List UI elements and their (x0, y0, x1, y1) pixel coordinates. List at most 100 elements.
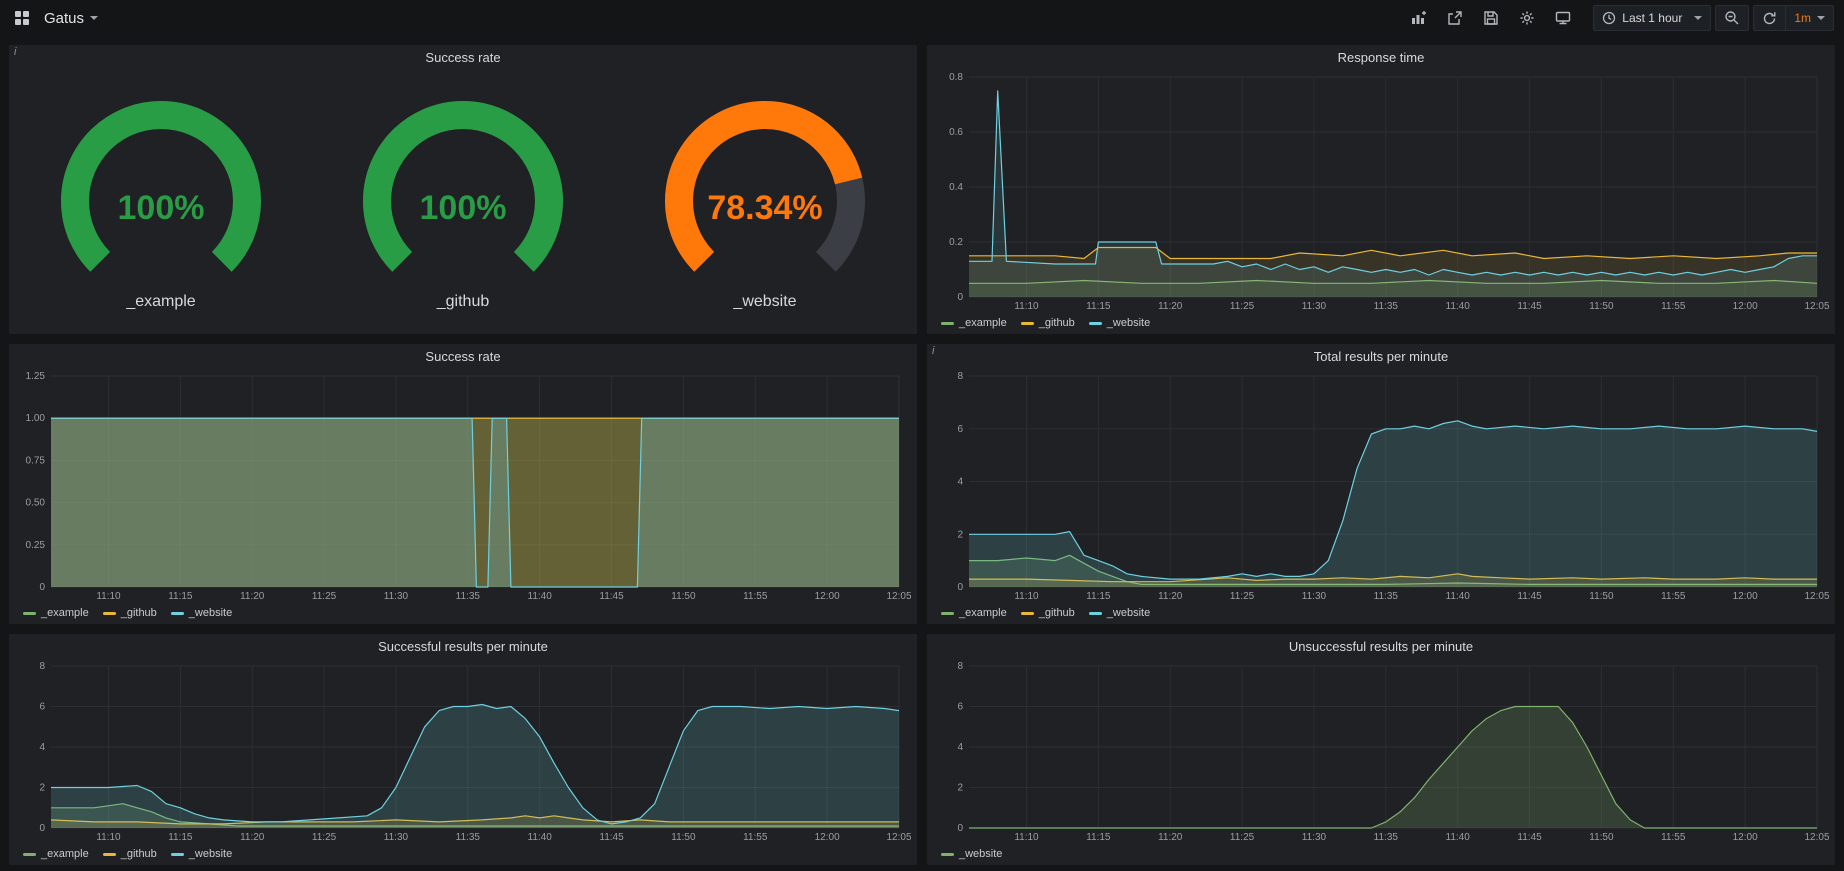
panel-success-rate-graph: Success rate 11:1011:1511:2011:2511:3011… (8, 343, 918, 625)
svg-text:11:25: 11:25 (1230, 591, 1255, 602)
svg-text:11:55: 11:55 (1661, 832, 1686, 843)
legend-marker (103, 612, 116, 615)
svg-text:11:25: 11:25 (312, 832, 337, 843)
legend-item-_example[interactable]: _example (23, 848, 89, 860)
legend-item-_github[interactable]: _github (1021, 607, 1075, 619)
svg-text:11:30: 11:30 (1302, 591, 1327, 602)
series-fill-_website (969, 421, 1817, 587)
legend-label: _github (121, 607, 157, 619)
chart-legend: _example _github _website (931, 604, 1829, 622)
svg-text:11:45: 11:45 (1517, 591, 1542, 602)
legend-item-_website[interactable]: _website (1089, 607, 1150, 619)
monitor-icon (1555, 10, 1571, 26)
panel-header[interactable]: Success rate (9, 344, 917, 368)
add-panel-button[interactable] (1403, 5, 1435, 31)
svg-text:11:55: 11:55 (743, 591, 768, 602)
svg-text:1.25: 1.25 (26, 371, 46, 382)
legend-label: _example (959, 607, 1007, 619)
cycle-view-button[interactable] (1547, 5, 1579, 31)
svg-text:11:45: 11:45 (1517, 832, 1542, 843)
refresh-interval-dropdown[interactable]: 1m (1785, 6, 1833, 30)
svg-text:11:10: 11:10 (96, 832, 121, 843)
unsuccessful-results-chart[interactable]: 11:1011:1511:2011:2511:3011:3511:4011:45… (931, 658, 1829, 845)
gauge-label: _website (733, 293, 796, 311)
zoom-out-time-button[interactable] (1715, 5, 1749, 31)
chart-legend: _example _github _website (13, 845, 911, 863)
svg-text:0: 0 (957, 823, 963, 834)
time-range-picker[interactable]: Last 1 hour (1593, 5, 1711, 31)
svg-text:0.75: 0.75 (26, 455, 46, 466)
gauge-row: 100%_example100%_github78.34%_website (9, 69, 917, 334)
svg-text:2: 2 (957, 529, 963, 540)
zoom-out-icon (1724, 10, 1740, 26)
panel-unsuccessful-results: Unsuccessful results per minute 11:1011:… (926, 633, 1836, 866)
svg-text:11:45: 11:45 (599, 591, 624, 602)
navbar: Gatus (0, 0, 1844, 36)
svg-text:11:10: 11:10 (1014, 591, 1039, 602)
svg-text:0: 0 (39, 823, 45, 834)
svg-text:11:25: 11:25 (312, 591, 337, 602)
panel-info-icon[interactable]: i (9, 45, 25, 61)
legend-item-_website[interactable]: _website (171, 848, 232, 860)
share-icon (1447, 10, 1463, 26)
dashboard-title-dropdown[interactable]: Gatus (38, 6, 104, 31)
svg-text:11:40: 11:40 (528, 591, 553, 602)
svg-text:12:00: 12:00 (815, 591, 840, 602)
svg-text:11:20: 11:20 (240, 591, 265, 602)
panel-total-results: i Total results per minute 11:10 11:15 11:… (926, 343, 1836, 625)
svg-text:11:40: 11:40 (528, 832, 553, 843)
legend-marker (941, 853, 954, 856)
series-line-_website (969, 707, 1817, 829)
legend-item-_github[interactable]: _github (103, 848, 157, 860)
svg-text:11:40: 11:40 (1446, 591, 1471, 602)
legend-item-_example[interactable]: _example (23, 607, 89, 619)
svg-text:0.6: 0.6 (949, 127, 963, 138)
save-dashboard-button[interactable] (1475, 5, 1507, 31)
legend-label: _website (959, 848, 1002, 860)
svg-text:0.2: 0.2 (949, 237, 963, 248)
refresh-button[interactable] (1754, 6, 1785, 30)
legend-label: _github (1039, 317, 1075, 329)
total-results-chart[interactable]: 11:1011:1511:2011:2511:3011:3511:4011:45… (931, 368, 1829, 604)
successful-results-chart[interactable]: 11:1011:1511:2011:2511:3011:3511:4011:45… (13, 658, 911, 845)
svg-text:11:10: 11:10 (1014, 301, 1039, 312)
apps-grid-icon[interactable] (10, 6, 34, 30)
svg-text:11:40: 11:40 (1446, 832, 1471, 843)
panel-header[interactable]: Unsuccessful results per minute (927, 634, 1835, 658)
svg-text:8: 8 (957, 661, 963, 672)
legend-item-_website[interactable]: _website (1089, 317, 1150, 329)
gear-icon (1519, 10, 1535, 26)
legend-marker (941, 322, 954, 325)
dashboard-settings-button[interactable] (1511, 5, 1543, 31)
legend-item-_website[interactable]: _website (941, 848, 1002, 860)
gauge-label: _example (126, 293, 195, 311)
response-time-chart[interactable]: 11:1011:1511:2011:2511:3011:3511:4011:45… (931, 69, 1829, 314)
panel-header[interactable]: Response time (927, 45, 1835, 69)
legend-marker (1021, 322, 1034, 325)
svg-text:11:45: 11:45 (1517, 301, 1542, 312)
legend-label: _github (121, 848, 157, 860)
share-dashboard-button[interactable] (1439, 5, 1471, 31)
legend-item-_example[interactable]: _example (941, 317, 1007, 329)
svg-text:11:50: 11:50 (1589, 832, 1614, 843)
legend-item-_github[interactable]: _github (103, 607, 157, 619)
svg-text:11:15: 11:15 (168, 591, 193, 602)
dashboard-grid: i Success rate 100%_example100%_github78… (0, 36, 1844, 871)
panel-header[interactable]: Success rate (9, 45, 917, 69)
gauge-_example: 100%_example (11, 93, 311, 311)
legend-item-_github[interactable]: _github (1021, 317, 1075, 329)
svg-text:1.00: 1.00 (26, 413, 46, 424)
panel-header[interactable]: Total results per minute (927, 344, 1835, 368)
svg-text:0.25: 0.25 (26, 540, 46, 551)
panel-header[interactable]: Successful results per minute (9, 634, 917, 658)
panel-info-icon[interactable]: i (927, 344, 943, 360)
refresh-icon (1762, 11, 1777, 26)
success-rate-chart[interactable]: 11:1011:1511:2011:2511:3011:3511:4011:45… (13, 368, 911, 604)
svg-text:11:15: 11:15 (1086, 591, 1111, 602)
svg-text:11:50: 11:50 (671, 832, 696, 843)
svg-text:11:35: 11:35 (1374, 301, 1399, 312)
chevron-down-icon (1694, 16, 1702, 20)
legend-item-_website[interactable]: _website (171, 607, 232, 619)
legend-marker (1021, 612, 1034, 615)
legend-item-_example[interactable]: _example (941, 607, 1007, 619)
